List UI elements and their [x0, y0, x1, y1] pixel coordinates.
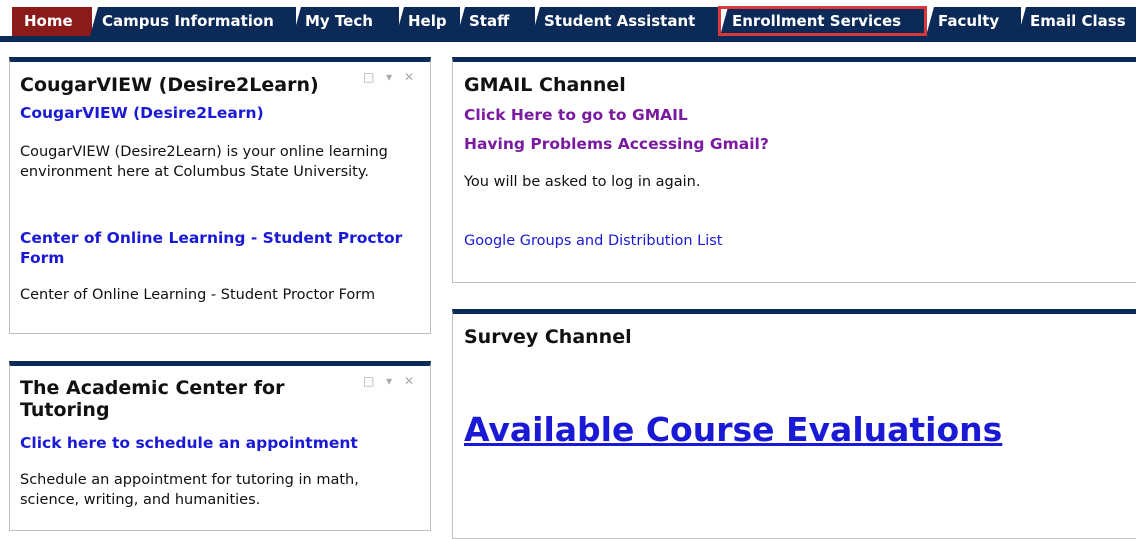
- tab-home[interactable]: Home: [12, 7, 92, 36]
- google-groups-link[interactable]: Google Groups and Distribution List: [464, 233, 723, 249]
- tutoring-description: Schedule an appointment for tutoring in …: [20, 472, 359, 508]
- survey-channel-portlet: Survey Channel Available Course Evaluati…: [452, 309, 1136, 539]
- tutoring-portlet: The Academic Center for Tutoring □ ▾ ✕ C…: [9, 361, 431, 531]
- tab-email-class[interactable]: Email Class: [1018, 7, 1136, 36]
- gmail-login-note: You will be asked to log in again.: [464, 174, 701, 190]
- gmail-channel-title: GMAIL Channel: [464, 74, 626, 96]
- tab-faculty[interactable]: Faculty: [926, 7, 1021, 36]
- tab-campus-information[interactable]: Campus Information: [90, 7, 296, 36]
- tab-staff[interactable]: Staff: [457, 7, 535, 36]
- tab-bar-rule: [0, 36, 1136, 42]
- tab-enrollment-services[interactable]: Enrollment Services: [720, 7, 925, 36]
- cougarview-portlet: CougarVIEW (Desire2Learn) □ ▾ ✕ CougarVI…: [9, 57, 431, 334]
- tab-my-tech[interactable]: My Tech: [293, 7, 399, 36]
- gmail-problems-link[interactable]: Having Problems Accessing Gmail?: [464, 135, 769, 153]
- portlet-controls[interactable]: □ ▾ ✕: [363, 374, 418, 388]
- proctor-form-description: Center of Online Learning - Student Proc…: [20, 287, 376, 303]
- tab-student-assistant[interactable]: Student Assistant: [532, 7, 720, 36]
- schedule-appointment-link[interactable]: Click here to schedule an appointment: [20, 434, 358, 452]
- tutoring-title: The Academic Center for Tutoring: [20, 377, 285, 421]
- proctor-form-link[interactable]: Center of Online Learning - Student Proc…: [20, 228, 420, 268]
- gmail-channel-portlet: GMAIL Channel Click Here to go to GMAIL …: [452, 57, 1136, 283]
- course-evaluations-link[interactable]: Available Course Evaluations: [464, 410, 1002, 449]
- go-to-gmail-link[interactable]: Click Here to go to GMAIL: [464, 106, 688, 124]
- portlet-controls[interactable]: □ ▾ ✕: [363, 70, 418, 84]
- survey-channel-title: Survey Channel: [464, 326, 632, 348]
- cougarview-title: CougarVIEW (Desire2Learn): [20, 74, 319, 96]
- tab-bar: Home Campus Information My Tech Help Sta…: [0, 0, 1136, 44]
- cougarview-description: CougarVIEW (Desire2Learn) is your online…: [20, 144, 388, 180]
- cougarview-link[interactable]: CougarVIEW (Desire2Learn): [20, 104, 264, 122]
- tab-help[interactable]: Help: [396, 7, 460, 36]
